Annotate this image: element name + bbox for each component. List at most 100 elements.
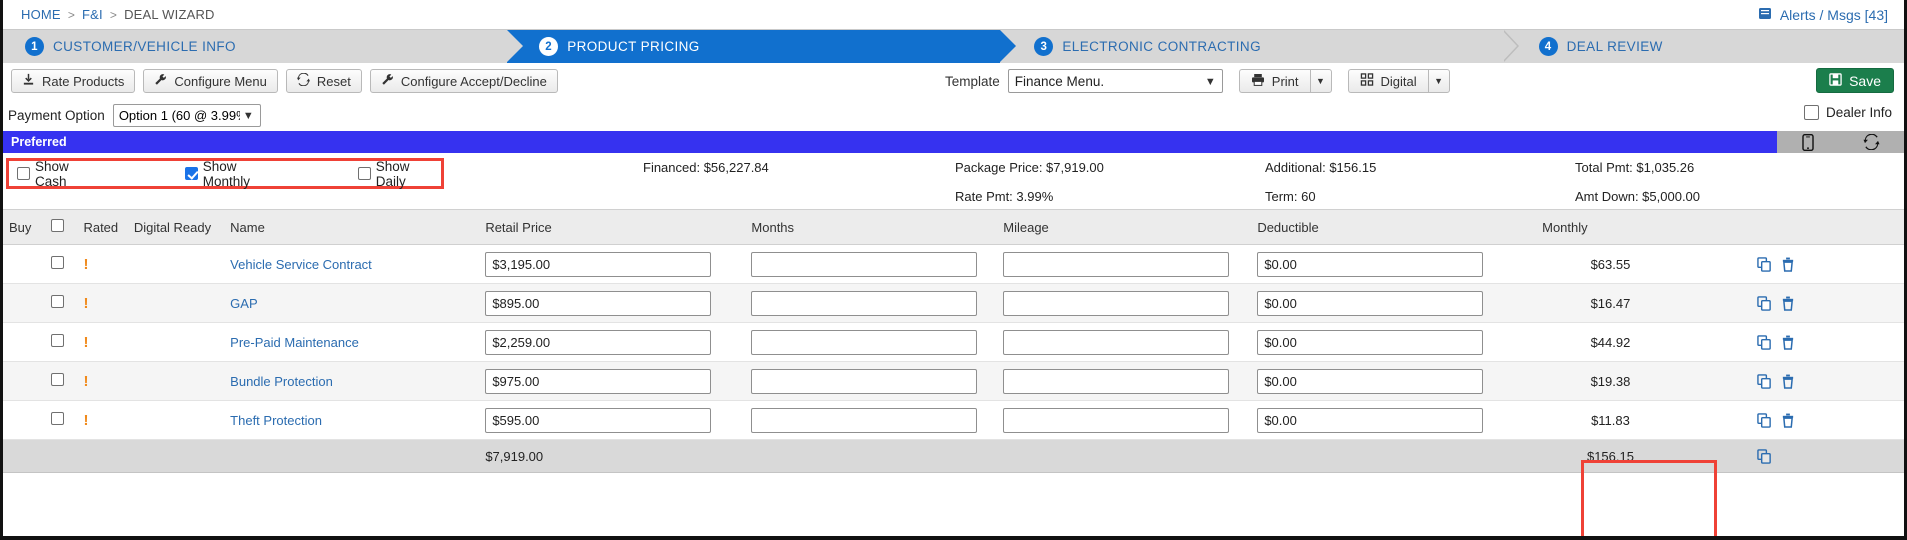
retail-price-input[interactable]: [485, 290, 712, 316]
copy-icon[interactable]: [1757, 412, 1772, 428]
header-rated: Rated: [77, 209, 128, 245]
product-link[interactable]: Pre-Paid Maintenance: [230, 335, 359, 350]
step-product-pricing[interactable]: 2 PRODUCT PRICING: [507, 30, 1017, 63]
show-monthly-checkbox[interactable]: [184, 167, 198, 180]
mobile-device-icon[interactable]: [1801, 133, 1814, 151]
row-retail-cell: [479, 283, 746, 323]
trash-icon[interactable]: [1781, 335, 1795, 350]
row-deductible-cell: [1251, 361, 1515, 401]
show-cash-option[interactable]: Show Cash: [17, 159, 102, 189]
alerts-label: Alerts / Msgs [43]: [1779, 6, 1888, 23]
dealer-info-checkbox-group[interactable]: Dealer Info: [1803, 105, 1892, 120]
header-digital-ready: Digital Ready: [127, 209, 225, 245]
print-label: Print: [1271, 73, 1299, 89]
retail-price-input[interactable]: [485, 368, 712, 394]
mileage-input[interactable]: [1003, 407, 1230, 433]
totals-buy-cell: [3, 439, 45, 473]
copy-icon[interactable]: [1757, 373, 1772, 389]
configure-accept-decline-button[interactable]: Configure Accept/Decline: [369, 69, 558, 93]
step-label: DEAL REVIEW: [1566, 39, 1663, 54]
trash-icon[interactable]: [1781, 257, 1795, 272]
mileage-input[interactable]: [1003, 290, 1230, 316]
select-all-checkbox[interactable]: [50, 219, 64, 232]
product-link[interactable]: GAP: [230, 296, 257, 311]
copy-icon[interactable]: [1757, 295, 1772, 311]
trash-icon[interactable]: [1781, 374, 1795, 389]
totals-digital-ready-cell: [127, 439, 225, 473]
trash-icon[interactable]: [1781, 296, 1795, 311]
row-retail-cell: [479, 361, 746, 401]
step-number: 2: [539, 37, 559, 56]
deductible-input[interactable]: [1257, 407, 1484, 433]
digital-dropdown-toggle[interactable]: ▼: [1427, 69, 1450, 93]
step-customer-vehicle-info[interactable]: 1 CUSTOMER/VEHICLE INFO: [3, 30, 507, 63]
show-monthly-option[interactable]: Show Monthly: [184, 159, 285, 189]
copy-icon[interactable]: [1757, 334, 1772, 350]
retail-price-input[interactable]: [485, 251, 712, 277]
digital-button[interactable]: Digital: [1347, 69, 1428, 93]
dealer-info-checkbox[interactable]: [1803, 105, 1819, 120]
months-input[interactable]: [751, 368, 978, 394]
breadcrumb-item-fi[interactable]: F&I: [82, 7, 103, 22]
breadcrumb-item-home[interactable]: HOME: [21, 7, 61, 22]
row-buy-checkbox[interactable]: [50, 334, 64, 347]
alerts-messages-link[interactable]: Alerts / Msgs [43]: [1758, 7, 1888, 23]
breadcrumb-bar: HOME > F&I > DEAL WIZARD Alerts / Msgs […: [3, 0, 1904, 30]
refresh-icon[interactable]: [1863, 133, 1880, 151]
totals-months-cell: [745, 439, 998, 473]
warning-icon[interactable]: !: [83, 412, 88, 429]
row-mileage-cell: [997, 322, 1252, 362]
row-retail-cell: [479, 322, 746, 362]
months-input[interactable]: [751, 407, 978, 433]
row-monthly-cell: $63.55: [1514, 244, 1707, 284]
months-input[interactable]: [751, 251, 978, 277]
row-buy-cell: [3, 244, 45, 284]
warning-icon[interactable]: !: [83, 334, 88, 351]
deductible-input[interactable]: [1257, 290, 1484, 316]
row-buy-checkbox[interactable]: [50, 412, 64, 425]
mileage-input[interactable]: [1003, 368, 1230, 394]
row-retail-cell: [479, 244, 746, 284]
row-mileage-cell: [997, 361, 1252, 401]
months-input[interactable]: [751, 290, 978, 316]
show-daily-option[interactable]: Show Daily: [357, 159, 441, 189]
retail-price-input[interactable]: [485, 329, 712, 355]
refresh-icon: [296, 72, 310, 89]
months-input[interactable]: [751, 329, 978, 355]
rate-products-button[interactable]: Rate Products: [11, 69, 136, 93]
warning-icon[interactable]: !: [83, 256, 88, 273]
summary-total-pmt: Total Pmt: $1,035.26: [1575, 160, 1695, 175]
configure-menu-button[interactable]: Configure Menu: [143, 69, 278, 93]
print-dropdown-toggle[interactable]: ▼: [1309, 69, 1332, 93]
show-daily-checkbox[interactable]: [357, 167, 371, 180]
row-buy-checkbox[interactable]: [50, 295, 64, 308]
show-cash-checkbox[interactable]: [17, 167, 30, 180]
warning-icon[interactable]: !: [83, 295, 88, 312]
deductible-input[interactable]: [1257, 329, 1484, 355]
trash-icon[interactable]: [1781, 413, 1795, 428]
product-link[interactable]: Bundle Protection: [230, 374, 333, 389]
row-buy-checkbox[interactable]: [50, 373, 64, 386]
retail-price-input[interactable]: [485, 407, 712, 433]
deductible-input[interactable]: [1257, 251, 1484, 277]
template-select[interactable]: Finance Menu.: [1007, 69, 1223, 93]
print-button[interactable]: Print: [1238, 69, 1310, 93]
row-buy-checkbox-cell: [44, 244, 78, 284]
wrench-icon: [381, 73, 394, 89]
step-electronic-contracting[interactable]: 3 ELECTRONIC CONTRACTING: [1000, 30, 1504, 63]
step-deal-review[interactable]: 4 DEAL REVIEW: [1501, 30, 1904, 63]
row-buy-checkbox-cell: [44, 400, 78, 440]
deductible-input[interactable]: [1257, 368, 1484, 394]
mileage-input[interactable]: [1003, 329, 1230, 355]
save-button[interactable]: Save: [1816, 68, 1894, 93]
copy-icon[interactable]: [1757, 256, 1772, 272]
payment-option-select[interactable]: Option 1 (60 @ 3.99%): [112, 103, 261, 127]
reset-button[interactable]: Reset: [285, 69, 362, 93]
warning-icon[interactable]: !: [83, 373, 88, 390]
product-link[interactable]: Vehicle Service Contract: [230, 257, 372, 272]
table-row: ! Pre-Paid Maintenance $44.92: [3, 322, 1904, 362]
row-buy-checkbox[interactable]: [50, 256, 64, 269]
copy-icon[interactable]: [1757, 448, 1772, 464]
mileage-input[interactable]: [1003, 251, 1230, 277]
product-link[interactable]: Theft Protection: [230, 413, 322, 428]
